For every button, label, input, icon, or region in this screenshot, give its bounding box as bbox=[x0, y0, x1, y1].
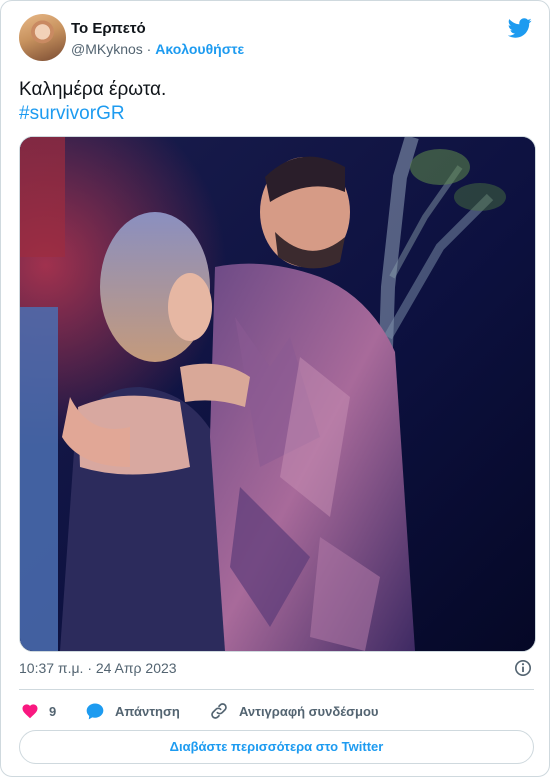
tweet-meta: 10:37 π.μ. · 24 Απρ 2023 bbox=[19, 657, 534, 679]
author-display-name[interactable]: Το Ερπετό bbox=[71, 20, 244, 38]
tweet-body: Καλημέρα έρωτα. #survivorGR bbox=[19, 78, 166, 126]
author-info: Το Ερπετό @MKyknos · Ακολουθήστε bbox=[71, 20, 244, 58]
link-icon bbox=[211, 703, 227, 719]
copy-link-button[interactable]: Αντιγραφή συνδέσμου bbox=[209, 698, 378, 724]
heart-icon bbox=[22, 704, 38, 719]
tweet-card: Το Ερπετό @MKyknos · Ακολουθήστε Καλημέρ… bbox=[0, 0, 550, 777]
author-handle[interactable]: @MKyknos bbox=[71, 41, 143, 57]
read-more-button[interactable]: Διαβάστε περισσότερα στο Twitter bbox=[19, 730, 534, 764]
tweet-header: Το Ερπετό @MKyknos · Ακολουθήστε bbox=[19, 14, 534, 62]
hashtag-link[interactable]: #survivorGR bbox=[19, 102, 166, 126]
follow-link[interactable]: Ακολουθήστε bbox=[155, 41, 244, 57]
reply-label: Απάντηση bbox=[115, 703, 180, 719]
speech-bubble-icon bbox=[86, 703, 104, 720]
divider bbox=[19, 689, 534, 690]
copy-link-label: Αντιγραφή συνδέσμου bbox=[239, 703, 379, 719]
handle-separator: · bbox=[142, 41, 156, 57]
info-icon[interactable] bbox=[514, 659, 532, 677]
avatar[interactable] bbox=[19, 14, 66, 61]
reply-button[interactable]: Απάντηση bbox=[85, 698, 180, 724]
author-handle-row: @MKyknos · Ακολουθήστε bbox=[71, 40, 244, 58]
tweet-timestamp[interactable]: 10:37 π.μ. · 24 Απρ 2023 bbox=[19, 660, 177, 676]
tweet-text: Καλημέρα έρωτα. bbox=[19, 79, 167, 100]
twitter-bird-icon[interactable] bbox=[508, 16, 532, 40]
media-image bbox=[20, 137, 535, 651]
like-button[interactable]: 9 bbox=[21, 698, 56, 724]
tweet-actions: 9 Απάντηση Αντιγραφή συνδέσμου bbox=[19, 698, 534, 724]
tweet-media[interactable] bbox=[19, 136, 536, 652]
like-count: 9 bbox=[49, 703, 57, 719]
